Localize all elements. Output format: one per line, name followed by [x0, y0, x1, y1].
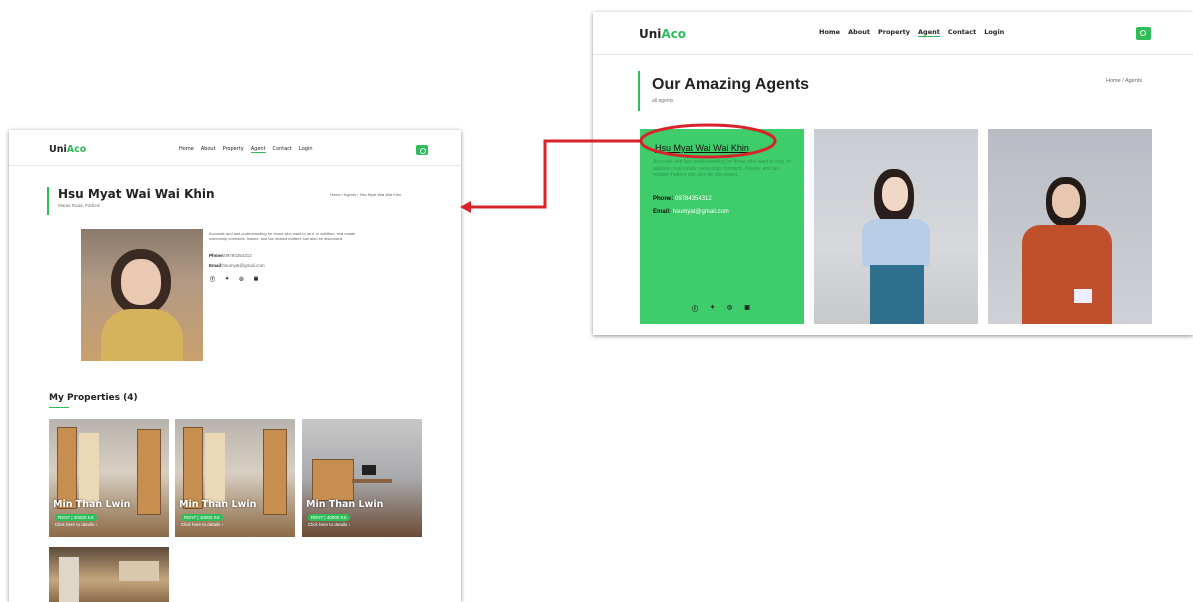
navigation-arrow-line — [470, 139, 641, 209]
arrow-head-icon — [460, 201, 471, 213]
highlight-circle — [639, 123, 777, 159]
annotation-overlay — [460, 123, 777, 213]
